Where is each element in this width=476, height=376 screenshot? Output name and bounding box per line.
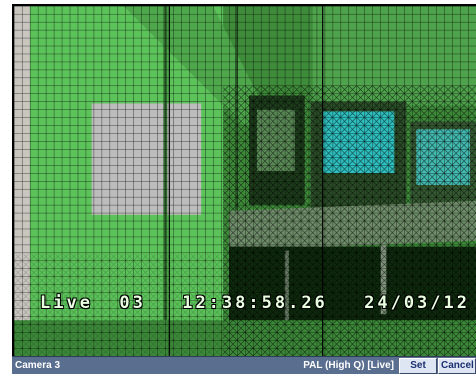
door-frame <box>163 6 168 356</box>
status-bar: Camera 3 PAL (High Q) [Live] Set Cancel <box>12 356 476 374</box>
monitor-left-screen <box>256 109 295 172</box>
grey-board <box>91 103 202 215</box>
left-edge <box>14 6 30 356</box>
camera-image <box>14 6 476 356</box>
monitor-right-screen <box>416 129 471 185</box>
cancel-button[interactable]: Cancel <box>438 357 476 374</box>
back-wall <box>312 6 476 106</box>
camera-label: Camera 3 <box>15 360 61 371</box>
video-feed[interactable]: Live 03 12:38:58.26 24/03/12 <box>12 4 476 356</box>
set-button[interactable]: Set <box>399 357 437 374</box>
desk-leg <box>284 250 289 321</box>
video-mode-label: PAL (High Q) [Live] <box>303 360 394 371</box>
desk-leg <box>380 244 387 315</box>
camera-viewer: Live 03 12:38:58.26 24/03/12 Camera 3 PA… <box>0 0 476 376</box>
monitor-middle-screen <box>322 111 395 174</box>
floor <box>14 320 476 356</box>
